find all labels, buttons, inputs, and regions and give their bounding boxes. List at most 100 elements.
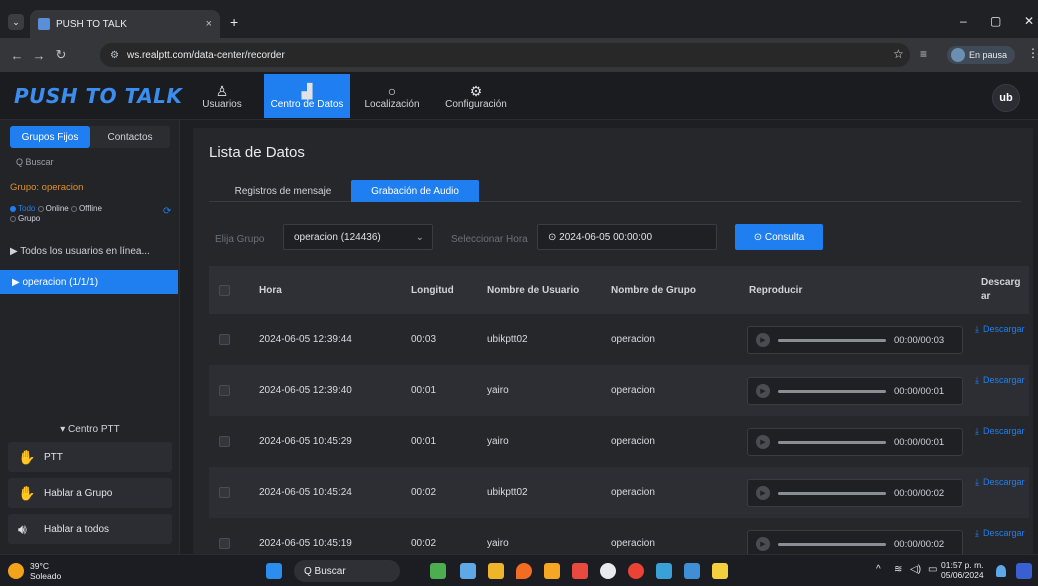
favicon-icon <box>38 18 50 30</box>
row-checkbox[interactable] <box>219 538 230 549</box>
nav-usuarios[interactable]: ♙ Usuarios <box>200 74 244 118</box>
taskbar-search[interactable]: Q Buscar <box>294 560 400 582</box>
notification-bell-icon[interactable] <box>996 565 1006 577</box>
col-hora[interactable]: Hora <box>259 266 282 314</box>
tab-registros-mensaje[interactable]: Registros de mensaje <box>223 180 343 202</box>
col-reproducir[interactable]: Reproducir <box>749 266 802 314</box>
clock[interactable]: 01:57 p. m. 05/06/2024 <box>941 560 984 580</box>
app-icon[interactable] <box>430 563 446 579</box>
cell-longitud: 00:03 <box>411 334 437 345</box>
edge-icon[interactable] <box>656 563 672 579</box>
hablar-grupo-button[interactable]: ✋ Hablar a Grupo <box>8 478 172 508</box>
tab-contactos[interactable]: Contactos <box>90 126 170 148</box>
filter-online-radio[interactable] <box>37 205 44 212</box>
cell-grupo: operacion <box>611 436 655 447</box>
nav-configuracion[interactable]: ⚙ Configuración <box>440 74 512 118</box>
group-label: Grupo: operacion <box>10 182 84 193</box>
copilot-icon[interactable] <box>1016 563 1032 579</box>
nav-localizacion[interactable]: ○ Localización <box>358 74 426 118</box>
play-icon[interactable]: ▶ <box>756 537 770 551</box>
tab-grabacion-audio[interactable]: Grabación de Audio <box>351 180 479 202</box>
download-link[interactable]: ⤓ Descargar <box>975 477 1029 488</box>
battery-icon[interactable]: ▭ <box>928 564 937 575</box>
col-longitud[interactable]: Longitud <box>411 266 454 314</box>
download-link[interactable]: ⤓ Descargar <box>975 375 1029 386</box>
row-checkbox[interactable] <box>219 487 230 498</box>
centro-ptt-label[interactable]: ▾ Centro PTT <box>0 424 180 435</box>
user-avatar-button[interactable]: ub <box>992 84 1020 112</box>
wifi-icon[interactable]: ≋ <box>894 564 902 575</box>
col-descargar[interactable]: Descargar <box>981 266 1021 314</box>
download-link[interactable]: ⤓ Descargar <box>975 426 1029 437</box>
refresh-icon[interactable]: ⟳ <box>163 206 171 217</box>
nav-centro-de-datos[interactable]: ▟ Centro de Datos <box>264 74 350 118</box>
url-field[interactable]: ⚙ ws.realptt.com/data-center/recorder <box>100 43 910 67</box>
chrome-icon[interactable] <box>628 563 644 579</box>
filter-grupo-radio[interactable] <box>10 215 16 222</box>
row-checkbox[interactable] <box>219 436 230 447</box>
audio-progress-bar[interactable] <box>778 338 886 342</box>
sun-icon <box>8 563 24 579</box>
ptt-button[interactable]: ✋ PTT <box>8 442 172 472</box>
tree-item-all-users[interactable]: ▶ Todos los usuarios en línea... <box>10 246 170 257</box>
restore-button[interactable]: ▢ <box>990 14 1001 28</box>
bookmark-star-icon[interactable]: ☆ <box>893 47 904 61</box>
profile-button[interactable]: En pausa <box>947 46 1016 64</box>
mcdonalds-icon[interactable] <box>544 563 560 579</box>
bar-chart-icon: ▟ <box>301 82 313 99</box>
download-link[interactable]: ⤓ Descargar <box>975 528 1029 539</box>
browser-tab[interactable]: PUSH TO TALK × <box>30 10 220 38</box>
audio-progress-bar[interactable] <box>778 542 886 546</box>
windows-taskbar: 39°C Soleado Q Buscar ^ ≋ ◁) ▭ 01:57 p. … <box>0 554 1038 586</box>
cell-hora: 2024-06-05 12:39:40 <box>259 385 352 396</box>
sidebar-search-input[interactable]: Q Buscar <box>10 152 170 172</box>
tray-chevron-icon[interactable]: ^ <box>876 564 881 575</box>
reading-list-icon[interactable]: ≡ <box>920 47 927 61</box>
select-all-checkbox[interactable] <box>219 284 230 296</box>
play-icon[interactable]: ▶ <box>756 486 770 500</box>
download-label: Descargar <box>982 426 1025 436</box>
play-icon[interactable]: ▶ <box>756 384 770 398</box>
audio-progress-bar[interactable] <box>778 491 886 495</box>
row-checkbox[interactable] <box>219 334 230 345</box>
site-info-icon[interactable]: ⚙ <box>110 50 119 61</box>
volume-icon[interactable]: ◁) <box>910 564 921 575</box>
browser-menu-icon[interactable]: ⋮ <box>1027 46 1038 60</box>
hablar-todos-button[interactable]: 🔊︎ Hablar a todos <box>8 514 172 544</box>
main-panel: Lista de Datos Registros de mensaje Grab… <box>193 128 1033 554</box>
download-link[interactable]: ⤓ Descargar <box>975 324 1029 335</box>
tab-close-icon[interactable]: × <box>206 18 212 30</box>
close-window-button[interactable]: ✕ <box>1024 14 1034 28</box>
tab-grupos-fijos[interactable]: Grupos Fijos <box>10 126 90 148</box>
row-checkbox[interactable] <box>219 385 230 396</box>
play-icon[interactable]: ▶ <box>756 435 770 449</box>
consulta-button[interactable]: ⊙ Consulta <box>735 224 823 250</box>
audio-progress-bar[interactable] <box>778 389 886 393</box>
group-select-value: operacion (124436) <box>294 231 381 243</box>
forward-icon[interactable]: → <box>28 48 50 63</box>
filter-todo-radio[interactable] <box>10 205 16 212</box>
tree-item-operacion[interactable]: ▶ operacion (1/1/1) <box>0 270 178 294</box>
col-usuario[interactable]: Nombre de Usuario <box>487 266 579 314</box>
file-explorer-icon[interactable] <box>488 563 504 579</box>
notes-icon[interactable] <box>712 563 728 579</box>
back-icon[interactable]: ← <box>6 48 28 63</box>
minimize-button[interactable]: – <box>960 14 967 28</box>
weather-widget[interactable]: 39°C Soleado <box>8 561 61 581</box>
audio-progress-bar[interactable] <box>778 440 886 444</box>
tab-search-button[interactable]: ⌄ <box>8 14 24 30</box>
col-grupo[interactable]: Nombre de Grupo <box>611 266 696 314</box>
maps-pin-icon[interactable] <box>516 563 532 579</box>
windows-start-icon[interactable] <box>266 563 282 579</box>
task-view-icon[interactable] <box>460 563 476 579</box>
app-white-icon[interactable] <box>600 563 616 579</box>
play-icon[interactable]: ▶ <box>756 333 770 347</box>
app-blue-icon[interactable] <box>684 563 700 579</box>
filter-offline-radio[interactable] <box>70 205 77 212</box>
group-select[interactable]: operacion (124436) ⌄ <box>283 224 433 250</box>
app-red-icon[interactable] <box>572 563 588 579</box>
new-tab-button[interactable]: + <box>230 14 238 30</box>
time-picker[interactable]: ⊙ 2024-06-05 00:00:00 <box>537 224 717 250</box>
content-tabs: Registros de mensaje Grabación de Audio <box>209 180 1021 202</box>
reload-icon[interactable]: ↻ <box>50 47 72 63</box>
